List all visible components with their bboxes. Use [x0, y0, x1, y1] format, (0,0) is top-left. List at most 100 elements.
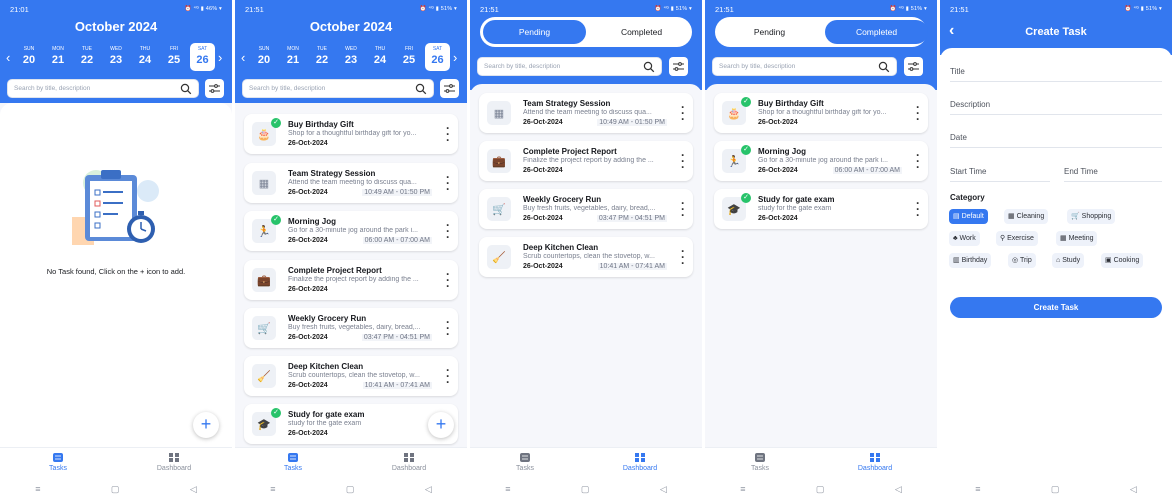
menu-icon[interactable]: ≡	[270, 484, 275, 494]
search-icon[interactable]	[643, 61, 655, 73]
day-fri[interactable]: FRI 25	[163, 43, 185, 71]
filter-button[interactable]	[440, 79, 459, 98]
day-wed[interactable]: WED 23	[105, 43, 127, 71]
category-chip-default[interactable]: ▤ Default	[949, 209, 988, 224]
tab-dashboard[interactable]: Dashboard	[615, 453, 665, 472]
back-icon[interactable]: ◁	[895, 484, 902, 495]
start-time-field[interactable]: Start Time	[950, 167, 986, 176]
tab-tasks[interactable]: Tasks	[500, 453, 550, 472]
task-card[interactable]: ▦ Team Strategy Session Attend the team me…	[244, 163, 458, 203]
task-card[interactable]: 🛒 Weekly Grocery Run Buy fresh fruits, veg…	[244, 308, 458, 348]
day-sun[interactable]: SUN 20	[253, 43, 275, 71]
search-input[interactable]: Search by title, description	[7, 79, 199, 98]
filter-button[interactable]	[205, 79, 224, 98]
task-card[interactable]: ▦ Team Strategy Session Attend the team me…	[479, 93, 693, 133]
task-card[interactable]: 💼 Complete Project Report Finalize the pro…	[479, 141, 693, 181]
task-card[interactable]: 🏃 ✓ Morning Jog Go for a 30-minute jog arou…	[714, 141, 928, 181]
category-chip-birthday[interactable]: ▥ Birthday	[949, 253, 992, 268]
back-icon[interactable]: ◁	[660, 484, 667, 495]
menu-icon[interactable]: ≡	[975, 484, 980, 494]
day-mon[interactable]: MON 21	[47, 43, 69, 71]
menu-icon[interactable]: ≡	[740, 484, 745, 494]
add-task-button[interactable]: +	[193, 412, 219, 438]
day-fri[interactable]: FRI 25	[398, 43, 420, 71]
create-task-button[interactable]: Create Task	[950, 297, 1162, 318]
end-time-field[interactable]: End Time	[1064, 167, 1098, 176]
tab-dashboard[interactable]: Dashboard	[384, 453, 434, 472]
home-icon[interactable]: ▢	[111, 484, 120, 495]
back-icon[interactable]: ◁	[1130, 484, 1137, 495]
search-input[interactable]: Search by title, description	[712, 57, 897, 76]
search-input[interactable]: Search by title, description	[477, 57, 662, 76]
pending-tab[interactable]: Pending	[483, 20, 586, 44]
more-options-icon[interactable]: · · ·	[680, 101, 686, 125]
task-card[interactable]: 🎓 ✓ Study for gate exam study for the gate …	[714, 189, 928, 229]
pending-tab[interactable]: Pending	[718, 20, 821, 44]
next-week-icon[interactable]: ›	[453, 50, 457, 65]
category-chip-meeting[interactable]: ▦ Meeting	[1056, 231, 1098, 246]
more-options-icon[interactable]: · · ·	[680, 197, 686, 221]
day-sat-selected[interactable]: SAT 26	[425, 43, 450, 71]
prev-week-icon[interactable]: ‹	[241, 50, 245, 65]
more-options-icon[interactable]: · · ·	[445, 122, 451, 146]
task-card[interactable]: 🏃 ✓ Morning Jog Go for a 30-minute jog arou…	[244, 211, 458, 251]
search-input[interactable]: Search by title, description	[242, 79, 434, 98]
menu-icon[interactable]: ≡	[35, 484, 40, 494]
home-icon[interactable]: ▢	[346, 484, 355, 495]
task-card[interactable]: 🎓 ✓ Study for gate exam study for the gate …	[244, 404, 458, 444]
description-field[interactable]: Description	[950, 100, 990, 109]
more-options-icon[interactable]: · · ·	[445, 171, 451, 195]
tab-dashboard[interactable]: Dashboard	[850, 453, 900, 472]
task-card[interactable]: 🧹 Deep Kitchen Clean Scrub countertops, cl…	[244, 356, 458, 396]
more-options-icon[interactable]: · · ·	[680, 245, 686, 269]
more-options-icon[interactable]: · · ·	[915, 101, 921, 125]
day-wed[interactable]: WED 23	[340, 43, 362, 71]
more-options-icon[interactable]: · · ·	[445, 219, 451, 243]
day-sat-selected[interactable]: SAT 26	[190, 43, 215, 71]
more-options-icon[interactable]: · · ·	[915, 149, 921, 173]
tab-tasks[interactable]: Tasks	[268, 453, 318, 472]
next-week-icon[interactable]: ›	[218, 50, 222, 65]
more-options-icon[interactable]: · · ·	[445, 316, 451, 340]
more-options-icon[interactable]: · · ·	[680, 149, 686, 173]
more-options-icon[interactable]: · · ·	[445, 268, 451, 292]
day-thu[interactable]: THU 24	[134, 43, 156, 71]
prev-week-icon[interactable]: ‹	[6, 50, 10, 65]
day-tue[interactable]: TUE 22	[76, 43, 98, 71]
category-chip-work[interactable]: ♣ Work	[949, 231, 980, 246]
category-chip-study[interactable]: ⌂ Study	[1052, 253, 1085, 268]
completed-tab[interactable]: Completed	[825, 20, 928, 44]
home-icon[interactable]: ▢	[581, 484, 590, 495]
tab-tasks[interactable]: Tasks	[33, 453, 83, 472]
category-chip-cleaning[interactable]: ▦ Cleaning	[1004, 209, 1049, 224]
search-icon[interactable]	[878, 61, 890, 73]
tab-tasks[interactable]: Tasks	[735, 453, 785, 472]
category-chip-exercise[interactable]: ⚲ Exercise	[996, 231, 1038, 246]
search-icon[interactable]	[180, 83, 192, 95]
menu-icon[interactable]: ≡	[505, 484, 510, 494]
task-card[interactable]: 💼 Complete Project Report Finalize the pro…	[244, 260, 458, 300]
more-options-icon[interactable]: · · ·	[915, 197, 921, 221]
filter-button[interactable]	[669, 57, 688, 76]
category-chip-trip[interactable]: ◎ Trip	[1008, 253, 1036, 268]
home-icon[interactable]: ▢	[816, 484, 825, 495]
day-mon[interactable]: MON 21	[282, 43, 304, 71]
back-icon[interactable]: ◁	[190, 484, 197, 495]
task-card[interactable]: 🛒 Weekly Grocery Run Buy fresh fruits, veg…	[479, 189, 693, 229]
tab-dashboard[interactable]: Dashboard	[149, 453, 199, 472]
day-sun[interactable]: SUN 20	[18, 43, 40, 71]
more-options-icon[interactable]: · · ·	[445, 364, 451, 388]
home-icon[interactable]: ▢	[1051, 484, 1060, 495]
date-field[interactable]: Date	[950, 133, 967, 142]
category-chip-shopping[interactable]: 🛒 Shopping	[1067, 209, 1116, 224]
add-task-button[interactable]: +	[428, 412, 454, 438]
day-thu[interactable]: THU 24	[369, 43, 391, 71]
task-card[interactable]: 🎂 ✓ Buy Birthday Gift Shop for a thoughtful…	[714, 93, 928, 133]
search-icon[interactable]	[415, 83, 427, 95]
category-chip-cooking[interactable]: ▣ Cooking	[1101, 253, 1144, 268]
task-card[interactable]: 🧹 Deep Kitchen Clean Scrub countertops, cl…	[479, 237, 693, 277]
title-field[interactable]: Title	[950, 67, 965, 76]
back-icon[interactable]: ◁	[425, 484, 432, 495]
day-tue[interactable]: TUE 22	[311, 43, 333, 71]
task-card[interactable]: 🎂 ✓ Buy Birthday Gift Shop for a thoughtful…	[244, 114, 458, 154]
